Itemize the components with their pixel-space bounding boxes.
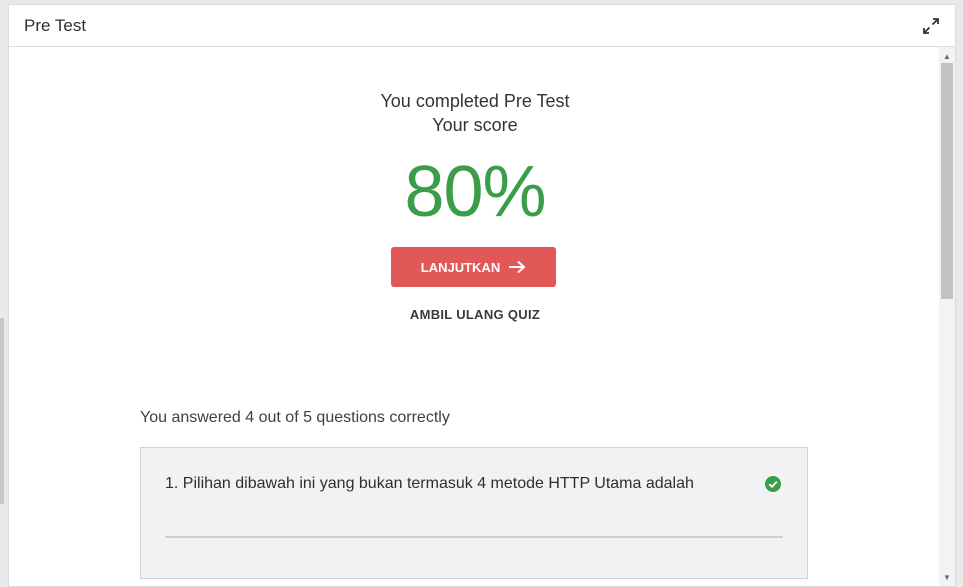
score-value: 80% (404, 152, 546, 232)
question-card: 1. Pilihan dibawah ini yang bukan termas… (140, 447, 808, 579)
scroll-up-arrow-icon[interactable]: ▲ (939, 49, 955, 63)
expand-icon[interactable] (921, 16, 941, 36)
completion-heading: You completed Pre Test (380, 91, 570, 111)
question-text: 1. Pilihan dibawah ini yang bukan termas… (165, 475, 694, 492)
check-circle-icon (765, 476, 781, 492)
score-heading: Your score (432, 115, 518, 135)
continue-button-label: LANJUTKAN (420, 259, 501, 275)
continue-button[interactable]: LANJUTKAN (391, 247, 556, 287)
quiz-result-content: You completed Pre Test Your score 80% LA… (9, 47, 941, 586)
quiz-window: Pre Test You completed Pre Test Your sco… (8, 4, 956, 587)
expand-icon-graphic (923, 17, 939, 34)
vertical-scrollbar[interactable]: ▲ ▼ (939, 47, 955, 586)
scroll-down-arrow-icon[interactable]: ▼ (939, 570, 955, 584)
side-panel-edge (0, 318, 4, 504)
arrow-right-icon (509, 260, 526, 274)
title-bar: Pre Test (9, 5, 955, 47)
retake-quiz-link[interactable]: AMBIL ULANG QUIZ (9, 307, 941, 322)
window-title: Pre Test (24, 15, 87, 35)
answered-summary: You answered 4 out of 5 questions correc… (140, 409, 450, 426)
question-divider (165, 536, 783, 538)
scroll-thumb[interactable] (941, 63, 953, 299)
